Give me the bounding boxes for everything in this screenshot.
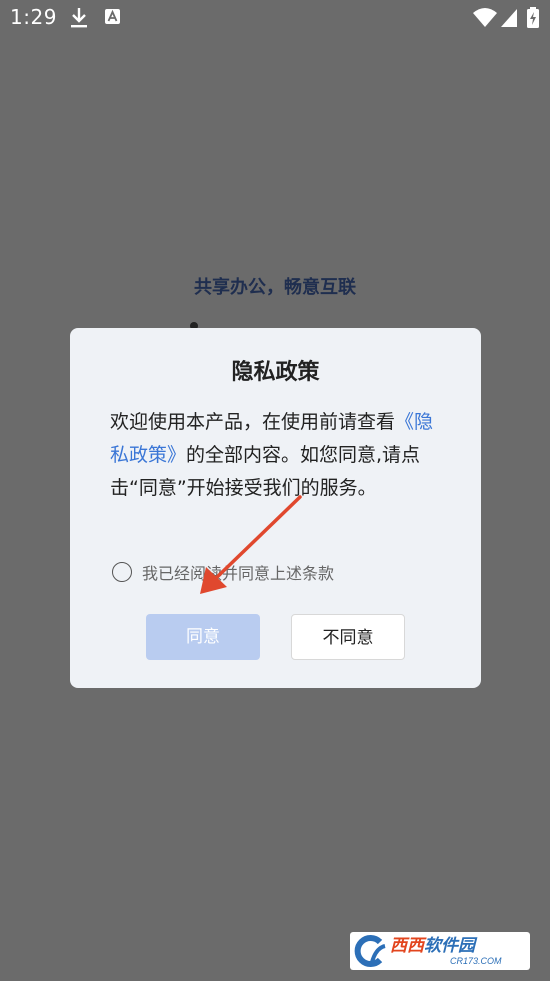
wifi-icon [472,6,498,34]
battery-icon [526,6,540,34]
agree-terms-checkbox[interactable] [112,562,132,582]
privacy-dialog: 隐私政策 欢迎使用本产品，在使用前请查看《隐私政策》的全部内容。如您同意,请点击… [70,328,481,688]
app-slogan: 共享办公，畅意互联 [194,277,356,298]
watermark-xixi: 西西 [390,935,424,955]
watermark-main: 软件园 [424,935,475,955]
status-bar: 1:29 [0,0,550,38]
agree-button[interactable]: 同意 [146,614,260,660]
dialog-body: 欢迎使用本产品，在使用前请查看《隐私政策》的全部内容。如您同意,请点击“同意”开… [110,406,445,505]
dialog-title: 隐私政策 [231,360,320,385]
agree-terms-label[interactable]: 我已经阅读并同意上述条款 [142,560,334,584]
download-icon [68,6,90,34]
a-notification-icon [104,6,122,32]
signal-icon [500,6,518,34]
agree-terms-row[interactable]: 我已经阅读并同意上述条款 [112,560,334,584]
site-watermark: 西西软件园 CR173.COM [350,932,530,970]
disagree-button[interactable]: 不同意 [291,614,405,660]
watermark-url: CR173.COM [450,955,502,966]
cr-logo-icon [354,935,386,967]
status-time: 1:29 [10,5,57,29]
body-prefix-text: 欢迎使用本产品，在使用前请查看 [110,411,396,433]
